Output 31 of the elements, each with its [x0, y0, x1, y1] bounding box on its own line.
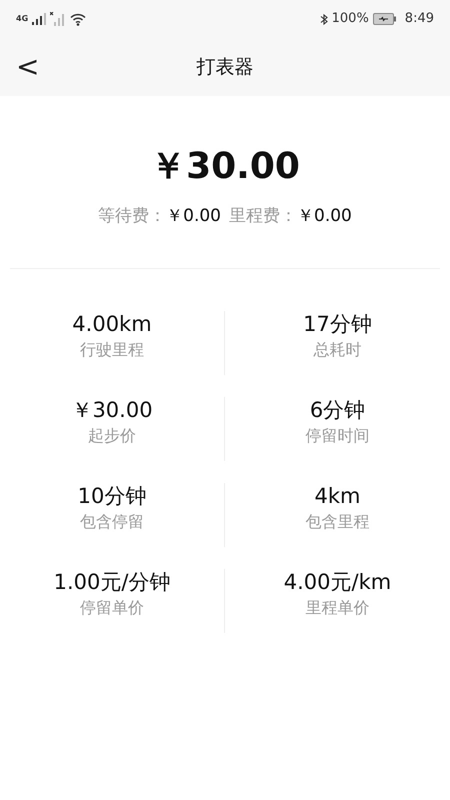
stat-value: 1.00元/分钟	[52, 568, 172, 596]
battery-level: 100%	[332, 10, 369, 28]
stat-label: 包含停留	[79, 510, 145, 533]
stat-value: 4.00元/km	[282, 568, 392, 596]
stat-label: 停留时间	[304, 424, 370, 447]
bluetooth-icon	[320, 12, 328, 26]
stat-value: 4.00km	[71, 310, 153, 338]
wifi-icon	[70, 12, 86, 26]
page-title: 打表器	[196, 54, 254, 80]
clock-time: 8:49	[404, 10, 434, 28]
stat-value: 17分钟	[302, 310, 373, 338]
stat-value: 10分钟	[76, 482, 148, 510]
stat-value: ￥30.00	[70, 396, 154, 424]
stat-label: 起步价	[87, 424, 137, 447]
stat-value: 4km	[314, 482, 362, 510]
network-type: 4G	[16, 13, 28, 25]
signal-icon	[32, 13, 46, 25]
no-signal-icon	[50, 12, 66, 26]
fee-label: 等待费：	[98, 205, 166, 228]
stat-label: 总耗时	[312, 338, 362, 361]
fee-value: ￥0.00	[166, 205, 221, 228]
stat-label: 包含里程	[304, 510, 370, 533]
fee-value: ￥0.00	[297, 205, 352, 228]
stat-label: 停留单价	[79, 596, 145, 619]
battery-charging-icon	[372, 13, 397, 25]
total-fare: ￥30.00	[149, 145, 301, 189]
fee-label: 里程费：	[229, 205, 297, 228]
stat-value: 6分钟	[308, 396, 366, 424]
stat-label: 行驶里程	[79, 338, 145, 361]
stat-label: 里程单价	[304, 596, 370, 619]
back-button[interactable]: <	[12, 53, 44, 81]
